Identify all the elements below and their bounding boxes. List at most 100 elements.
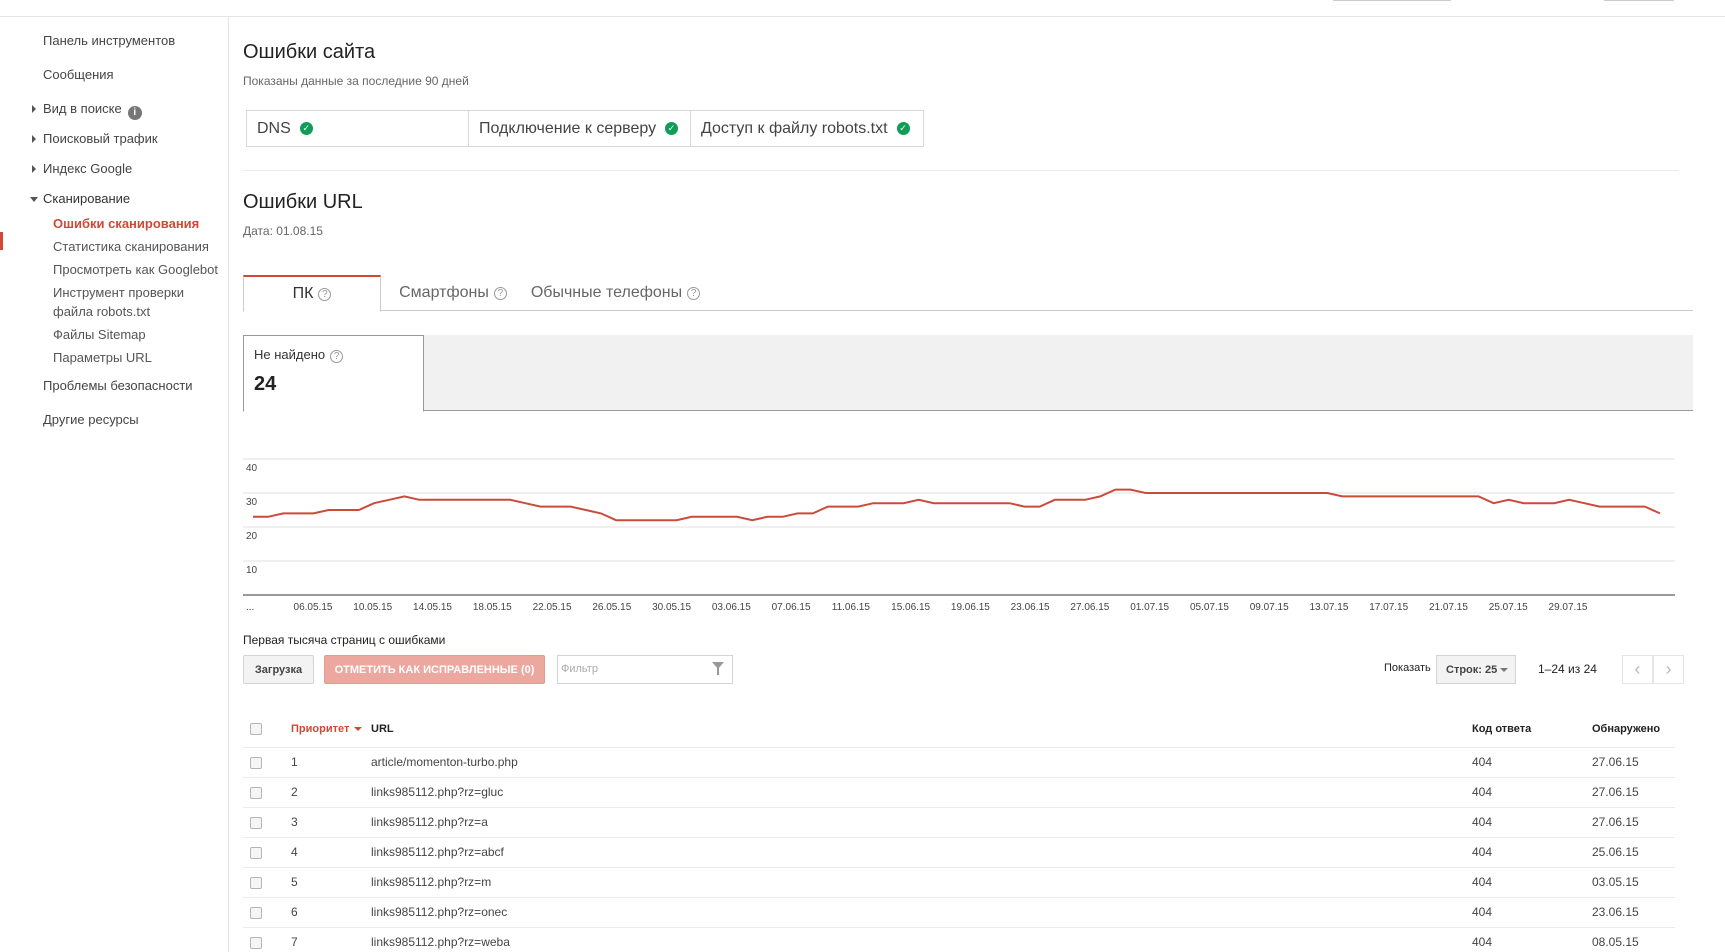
y-tick-label: 30 [246,497,258,508]
row-code: 404 [1472,867,1592,898]
table-row[interactable]: 4 links985112.php?rz=abcf 404 25.06.15 [243,837,1675,868]
row-select-cell [243,927,291,952]
metric-strip: Не найдено? 24 [243,335,1693,412]
table-row[interactable]: 6 links985112.php?rz=onec 404 23.06.15 [243,897,1675,928]
nav-search-traffic[interactable]: Поисковый трафик [32,131,158,146]
row-detected: 03.05.15 [1592,867,1675,898]
x-tick-label: 22.05.15 [533,602,572,613]
nav-crawl[interactable]: Сканирование [30,191,130,206]
nav-dashboard[interactable]: Панель инструментов [43,33,175,48]
filter-input[interactable]: Фильтр [557,655,733,684]
rows-per-page-select[interactable]: Строк: 25 [1436,655,1516,684]
table-row[interactable]: 7 links985112.php?rz=weba 404 08.05.15 [243,927,1675,952]
table-row[interactable]: 5 links985112.php?rz=m 404 03.05.15 [243,867,1675,898]
mark-fixed-button[interactable]: ОТМЕТИТЬ КАК ИСПРАВЛЕННЫЕ (0) [324,655,545,684]
site-error-dns[interactable]: DNS ✓ [247,111,469,146]
row-checkbox[interactable] [250,816,262,829]
check-icon: ✓ [299,122,313,135]
url-header[interactable]: URL [371,711,1472,748]
x-tick-label: 13.07.15 [1309,602,1348,613]
x-tick-label: 10.05.15 [353,602,392,613]
row-checkbox[interactable] [250,786,262,799]
top-button-stub[interactable] [1604,0,1674,1]
row-url[interactable]: links985112.php?rz=gluc [371,777,1472,808]
table-row[interactable]: 1 article/momenton-turbo.php 404 27.06.15 [243,747,1675,778]
row-code: 404 [1472,837,1592,868]
next-page-button[interactable]: › [1653,655,1684,684]
row-detected: 25.06.15 [1592,837,1675,868]
sidebar-item-crawl-stats[interactable]: Статистика сканирования [53,237,209,256]
row-priority: 3 [291,807,371,838]
pager-range: 1–24 из 24 [1538,662,1597,676]
nav-google-index[interactable]: Индекс Google [32,161,133,176]
nav-google-index-label: Индекс Google [43,161,133,176]
tab-feature-phones[interactable]: Обычные телефоны? [528,275,703,311]
info-icon[interactable]: i [127,106,142,120]
x-tick-label: 15.06.15 [891,602,930,613]
row-checkbox[interactable] [250,846,262,859]
sidebar-item-fetch-as-googlebot[interactable]: Просмотреть как Googlebot [53,260,218,279]
row-url[interactable]: links985112.php?rz=onec [371,897,1472,928]
nav-search-appearance[interactable]: Вид в поиске i [32,101,142,120]
row-checkbox[interactable] [250,906,262,919]
tab-desktop[interactable]: ПК? [243,275,381,312]
help-icon[interactable]: ? [318,287,332,301]
sort-desc-icon [354,726,363,731]
x-tick-label: 18.05.15 [473,602,512,613]
row-url[interactable]: links985112.php?rz=m [371,867,1472,898]
detected-header[interactable]: Обнаружено [1592,711,1675,748]
nav-security-issues[interactable]: Проблемы безопасности [43,378,193,393]
site-errors-subtitle: Показаны данные за последние 90 дней [243,74,469,88]
prev-page-button[interactable]: ‹ [1622,655,1653,684]
sidebar-item-robots-tester[interactable]: Инструмент проверки файла robots.txt [53,283,223,321]
x-tick-label: 26.05.15 [592,602,631,613]
nav-other-resources[interactable]: Другие ресурсы [43,412,139,427]
table-row[interactable]: 2 links985112.php?rz=gluc 404 27.06.15 [243,777,1675,808]
row-url[interactable]: links985112.php?rz=a [371,807,1472,838]
row-checkbox[interactable] [250,756,262,769]
priority-header[interactable]: Приоритет [291,711,371,748]
sidebar-item-url-parameters[interactable]: Параметры URL [53,348,152,367]
row-select-cell [243,837,291,868]
site-error-robots[interactable]: Доступ к файлу robots.txt ✓ [691,111,923,146]
row-code: 404 [1472,897,1592,928]
sidebar-item-sitemaps[interactable]: Файлы Sitemap [53,325,146,344]
row-url[interactable]: links985112.php?rz=abcf [371,837,1472,868]
site-error-server-label: Подключение к серверу [479,119,657,137]
row-url[interactable]: article/momenton-turbo.php [371,747,1472,778]
site-error-dns-label: DNS [257,119,291,137]
help-icon[interactable]: ? [687,286,701,300]
row-checkbox[interactable] [250,936,262,949]
select-all-checkbox[interactable] [250,722,262,735]
site-errors-title: Ошибки сайта [243,41,376,63]
row-select-cell [243,777,291,808]
table-title: Первая тысяча страниц с ошибками [243,633,446,647]
sidebar-item-crawl-errors[interactable]: Ошибки сканирования [53,214,199,233]
help-icon[interactable]: ? [330,350,344,363]
top-search-stub[interactable] [1333,0,1451,1]
row-detected: 08.05.15 [1592,927,1675,952]
x-tick-label: 14.05.15 [413,602,452,613]
filter-placeholder: Фильтр [561,663,598,675]
row-checkbox[interactable] [250,876,262,889]
download-button[interactable]: Загрузка [243,655,314,684]
errors-table: Приоритет URL Код ответа Обнаружено 1 art… [243,711,1675,952]
priority-header-label: Приоритет [291,722,350,735]
help-icon[interactable]: ? [493,286,507,300]
collapse-arrow-icon [30,197,38,202]
table-row[interactable]: 3 links985112.php?rz=a 404 27.06.15 [243,807,1675,838]
tab-smartphones[interactable]: Смартфоны? [393,275,513,311]
x-tick-label: 23.06.15 [1011,602,1050,613]
select-all-cell [243,711,291,748]
metric-not-found[interactable]: Не найдено? 24 [243,335,424,412]
row-code: 404 [1472,927,1592,952]
site-error-server[interactable]: Подключение к серверу ✓ [469,111,691,146]
tab-smartphones-label: Смартфоны [399,284,489,301]
filter-icon [712,662,724,675]
nav-messages[interactable]: Сообщения [43,67,114,82]
errors-chart: 10 20 30 40... 06.05.15 10.05.15 14.05.15 18.05… [243,437,1693,617]
code-header[interactable]: Код ответа [1472,711,1592,748]
row-url[interactable]: links985112.php?rz=weba [371,927,1472,952]
row-detected: 27.06.15 [1592,747,1675,778]
active-item-marker [0,232,3,250]
